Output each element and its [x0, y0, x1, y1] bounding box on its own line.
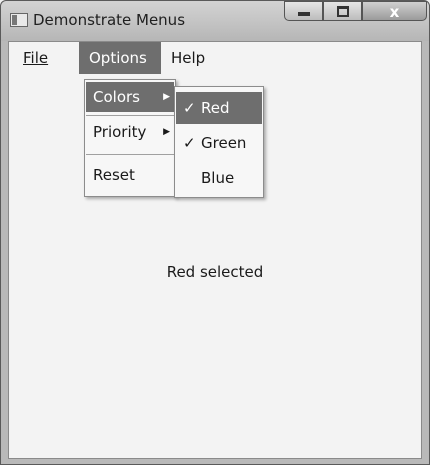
options-dropdown: Colors ▶ Priority ▶ Reset	[84, 79, 176, 197]
menu-options[interactable]: Options	[79, 42, 161, 74]
title-bar[interactable]: Demonstrate Menus x	[1, 1, 429, 41]
menu-item-red-label: Red	[201, 99, 230, 117]
menu-separator	[86, 154, 174, 155]
menu-item-reset[interactable]: Reset	[86, 160, 174, 190]
minimize-icon	[298, 12, 310, 16]
menu-item-red[interactable]: ✓ Red	[176, 92, 262, 124]
close-icon: x	[389, 3, 400, 21]
menu-file[interactable]: File	[9, 42, 79, 74]
check-icon: ✓	[183, 99, 196, 117]
colors-submenu: ✓ Red ✓ Green Blue	[174, 86, 264, 198]
check-icon: ✓	[183, 134, 196, 152]
menu-item-colors[interactable]: Colors ▶	[86, 82, 174, 112]
caption-buttons: x	[284, 1, 427, 23]
submenu-arrow-icon: ▶	[163, 127, 170, 137]
menu-item-priority[interactable]: Priority ▶	[86, 117, 174, 147]
menu-item-colors-label: Colors	[93, 88, 140, 106]
submenu-arrow-icon: ▶	[163, 92, 170, 102]
menu-help[interactable]: Help	[161, 42, 215, 74]
menu-item-green-label: Green	[201, 134, 247, 152]
maximize-icon	[337, 6, 349, 17]
app-window: Demonstrate Menus x File Options Help Re…	[0, 0, 430, 465]
menu-item-blue-label: Blue	[201, 169, 235, 187]
menu-separator	[86, 115, 174, 116]
close-button[interactable]: x	[362, 1, 427, 21]
menu-item-green[interactable]: ✓ Green	[176, 127, 262, 159]
menu-item-priority-label: Priority	[93, 123, 147, 141]
minimize-button[interactable]	[284, 1, 323, 21]
window-title: Demonstrate Menus	[33, 11, 186, 29]
menu-item-blue[interactable]: Blue	[176, 162, 262, 194]
maximize-button[interactable]	[323, 1, 362, 21]
menu-file-label: File	[23, 49, 49, 67]
status-text: Red selected	[166, 263, 264, 281]
menu-bar: File Options Help	[9, 42, 421, 74]
app-icon[interactable]	[10, 13, 28, 27]
menu-item-reset-label: Reset	[93, 166, 135, 184]
